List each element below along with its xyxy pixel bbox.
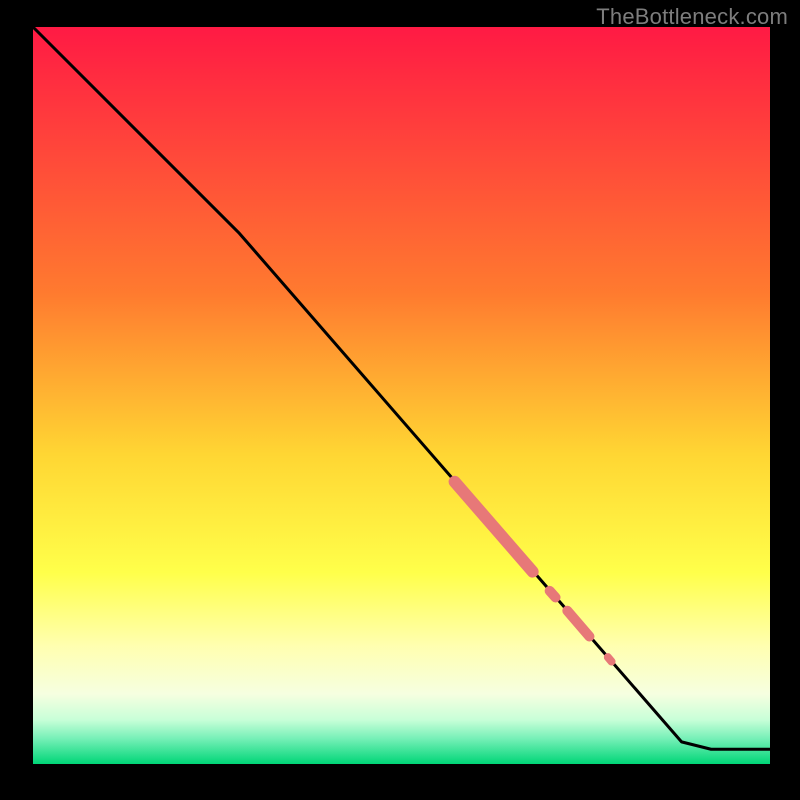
chart-frame: TheBottleneck.com <box>0 0 800 800</box>
chart-svg <box>0 0 800 800</box>
highlight-dot-b <box>550 591 556 598</box>
highlight-dot-d <box>608 657 612 661</box>
